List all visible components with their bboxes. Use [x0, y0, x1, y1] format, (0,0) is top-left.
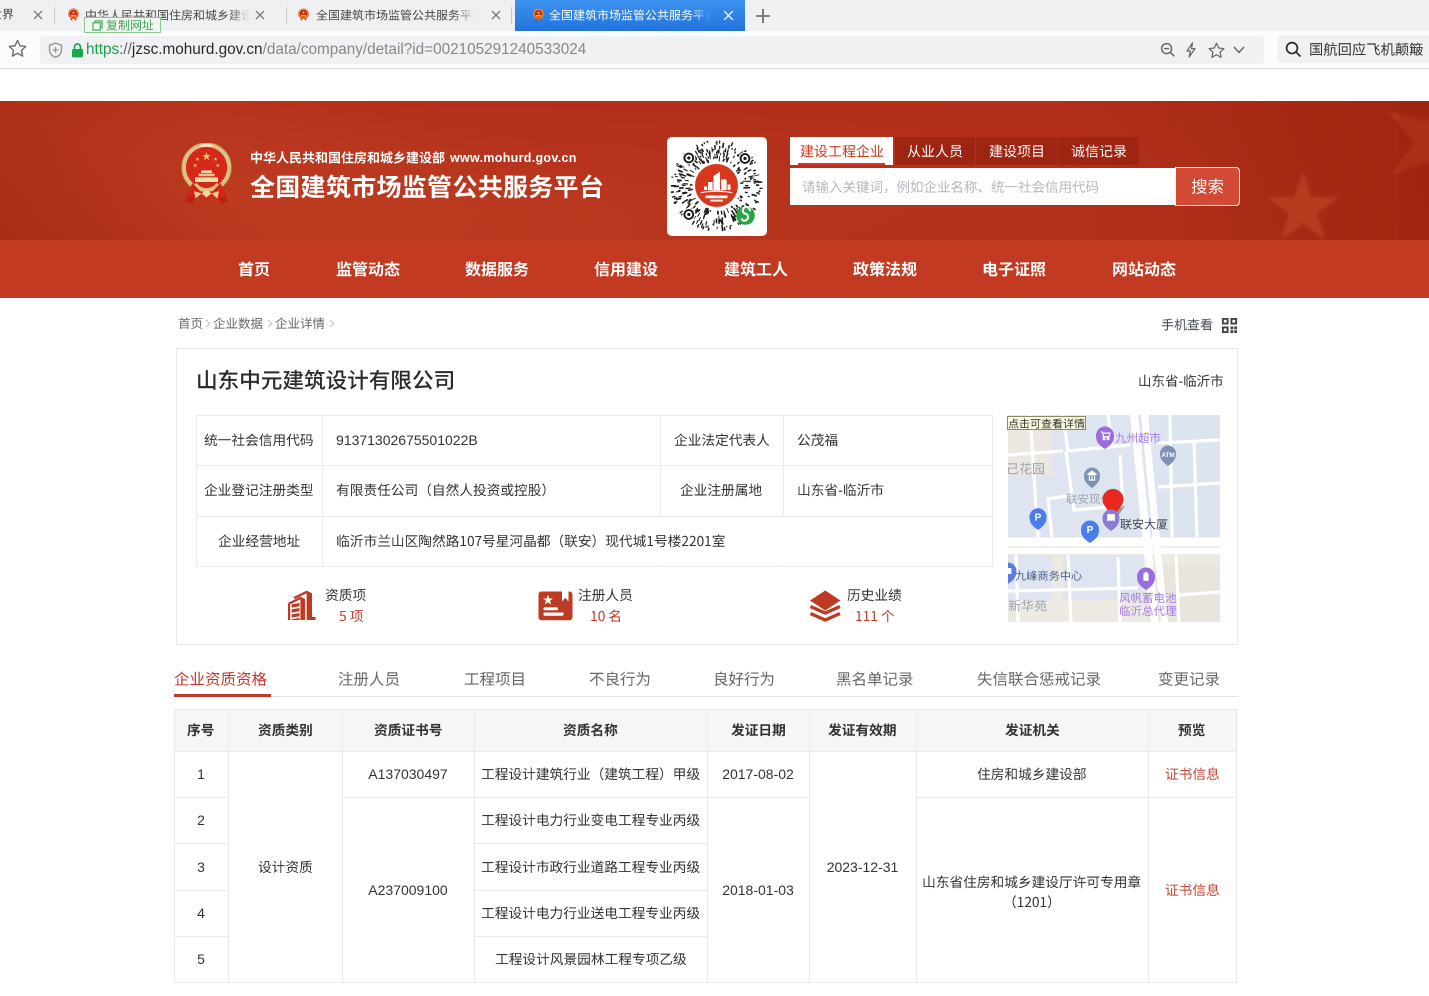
- svg-text:P: P: [1035, 512, 1042, 523]
- svg-text:ATM: ATM: [1161, 452, 1174, 459]
- svg-text:P: P: [1087, 525, 1094, 536]
